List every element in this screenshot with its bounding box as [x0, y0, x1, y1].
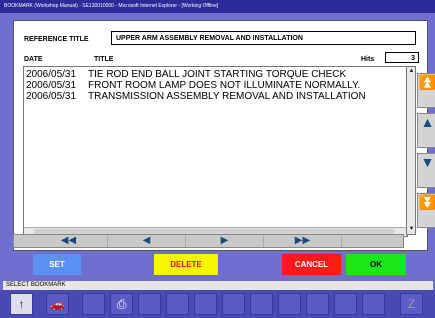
up-arrow-icon: ↑ — [18, 297, 25, 311]
reference-title-label: REFERENCE TITLE — [24, 36, 89, 43]
scroll-down-icon[interactable]: ▼ — [408, 226, 415, 233]
double-up-arrow-icon: ⏫ — [418, 74, 435, 90]
toolbar-slot[interactable] — [222, 293, 245, 315]
double-down-arrow-icon: ⏬ — [418, 194, 435, 210]
toolbar-slot[interactable] — [82, 293, 105, 315]
cancel-button[interactable]: CANCEL — [282, 254, 341, 275]
reference-title-field: UPPER ARM ASSEMBLY REMOVAL AND INSTALLAT… — [111, 31, 416, 45]
hits-label: Hits — [361, 56, 375, 63]
previous-page-button[interactable]: ◀ — [108, 235, 186, 247]
status-bar: SELECT BOOKMARK — [3, 281, 433, 290]
vertical-scrollbar[interactable]: ▲ ▼ — [406, 66, 416, 235]
item-date: 2006/05/31 — [26, 80, 77, 91]
home-up-button[interactable]: ↑ — [10, 293, 33, 315]
toolbar-slot[interactable] — [166, 293, 189, 315]
list-item[interactable]: 2006/05/31 FRONT ROOM LAMP DOES NOT ILLUM… — [26, 80, 360, 91]
date-column-header: DATE — [24, 56, 43, 63]
window-title: BOOKMARK (Workshop Manual) - SE130010000… — [0, 0, 435, 13]
item-date: 2006/05/31 — [26, 69, 77, 80]
scroll-bottom-button[interactable]: ⏬ — [417, 193, 435, 228]
next-page-button[interactable]: ▶ — [186, 235, 264, 247]
item-date: 2006/05/31 — [26, 91, 77, 102]
first-page-button[interactable]: ◀◀ — [30, 235, 108, 247]
list-item[interactable]: 2006/05/31 TIE ROD END BALL JOINT STARTIN… — [26, 69, 346, 80]
exit-icon: Z — [407, 297, 416, 311]
ok-button[interactable]: OK — [346, 254, 406, 275]
exit-button[interactable]: Z — [400, 293, 423, 315]
print-button[interactable]: ⎙ — [110, 293, 133, 315]
title-column-header: TITLE — [94, 56, 114, 63]
vehicle-button[interactable]: 🚗 — [46, 293, 69, 315]
bottom-toolbar: ↑ 🚗 ⎙ Z — [0, 290, 435, 318]
page-up-button[interactable]: ▲ — [417, 113, 435, 148]
item-title: TIE ROD END BALL JOINT STARTING TORQUE C… — [88, 69, 347, 80]
toolbar-slot[interactable] — [306, 293, 329, 315]
set-button[interactable]: SET — [33, 254, 81, 275]
printer-icon: ⎙ — [116, 297, 127, 311]
toolbar-slot[interactable] — [362, 293, 385, 315]
toolbar-slot[interactable] — [334, 293, 357, 315]
toolbar-slot[interactable] — [138, 293, 161, 315]
last-page-button[interactable]: ▶▶ — [264, 235, 342, 247]
item-title: FRONT ROOM LAMP DOES NOT ILLUMINATE NORM… — [88, 80, 361, 91]
bookmark-list[interactable]: 2006/05/31 TIE ROD END BALL JOINT STARTIN… — [23, 66, 408, 237]
toolbar-slot[interactable] — [250, 293, 273, 315]
item-title: TRANSMISSION ASSEMBLY REMOVAL AND INSTAL… — [88, 91, 366, 102]
scroll-top-button[interactable]: ⏫ — [417, 73, 435, 108]
toolbar-slot[interactable] — [278, 293, 301, 315]
bookmark-panel: REFERENCE TITLE UPPER ARM ASSEMBLY REMOV… — [13, 20, 435, 251]
toolbar-slot[interactable] — [194, 293, 217, 315]
scroll-up-icon[interactable]: ▲ — [408, 68, 415, 75]
page-down-button[interactable]: ▼ — [417, 153, 435, 188]
hits-count: 3 — [385, 52, 419, 63]
car-icon: 🚗 — [50, 297, 65, 311]
delete-button[interactable]: DELETE — [154, 254, 218, 275]
list-item[interactable]: 2006/05/31 TRANSMISSION ASSEMBLY REMOVAL … — [26, 91, 366, 102]
up-arrow-icon: ▲ — [420, 114, 435, 130]
down-arrow-icon: ▼ — [420, 154, 435, 170]
page-navigation-bar: ◀◀ ◀ ▶ ▶▶ — [13, 234, 404, 248]
